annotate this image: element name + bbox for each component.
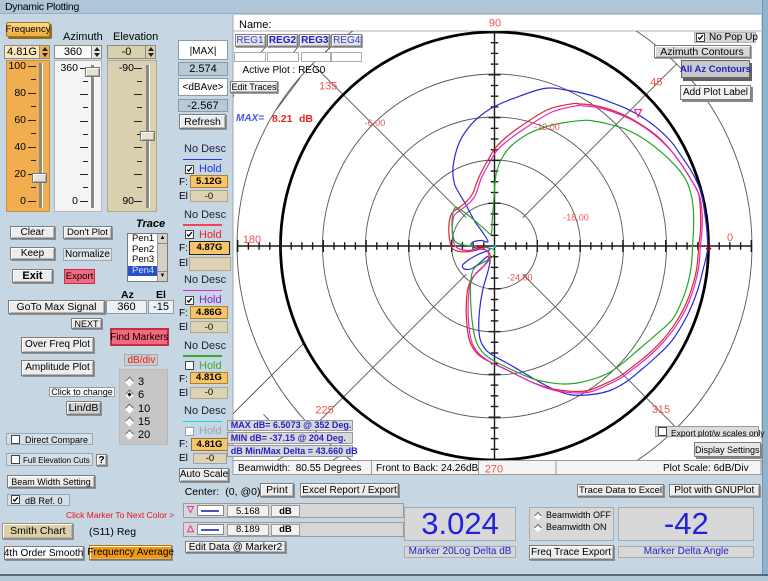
svg-text:270: 270 — [485, 464, 503, 476]
svg-text:90: 90 — [489, 18, 501, 30]
svg-text:45: 45 — [650, 76, 662, 88]
svg-text:135: 135 — [319, 80, 337, 92]
svg-text:-24.00: -24.00 — [507, 273, 533, 283]
svg-text:225: 225 — [315, 405, 333, 417]
svg-text:0: 0 — [727, 232, 733, 244]
svg-text:-18.00: -18.00 — [563, 213, 589, 223]
svg-text:180: 180 — [243, 234, 261, 246]
svg-text:-12.00: -12.00 — [534, 122, 560, 132]
svg-text:315: 315 — [652, 404, 670, 416]
svg-text:-6.00: -6.00 — [365, 118, 386, 128]
